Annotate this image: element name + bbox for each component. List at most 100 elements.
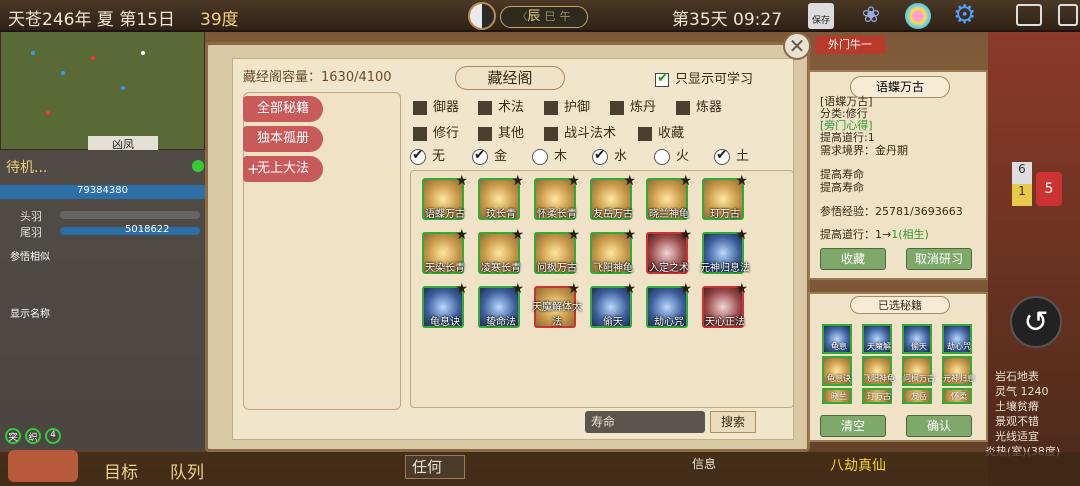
selected-book[interactable]: 偷天 xyxy=(902,324,932,354)
book-item[interactable]: ★ 龟息诀 xyxy=(422,281,468,328)
any-dropdown[interactable]: 任何 xyxy=(405,455,465,479)
palette-icon[interactable] xyxy=(905,3,931,29)
selected-book-label: 偷天 xyxy=(911,342,927,351)
checkbox-icon[interactable] xyxy=(413,100,427,115)
book-item[interactable]: ★ 晓兰神龟 xyxy=(646,173,692,220)
selected-book[interactable]: 龟息诀 xyxy=(822,356,852,386)
checkbox-icon[interactable] xyxy=(413,126,427,141)
neighbor-label: 外门牛一 xyxy=(815,36,885,54)
clear-button[interactable]: 清空 xyxy=(820,415,886,437)
book-item[interactable]: ★ 劫心咒 xyxy=(646,281,692,328)
book-item[interactable]: ★ 玎万古 xyxy=(702,173,748,220)
radio-icon[interactable] xyxy=(592,147,608,165)
filter-xiuxing[interactable]: 修行 xyxy=(413,122,459,141)
sidebar-item-similar[interactable]: 参悟相似 xyxy=(10,248,50,263)
star-icon: ★ xyxy=(623,173,636,189)
selected-book[interactable]: 飞阳神龟 xyxy=(862,356,895,386)
filter-liandan[interactable]: 炼丹 xyxy=(610,96,656,115)
book-item[interactable]: ★ 怀柔长青 xyxy=(534,173,580,220)
row-label-head: 头羽 xyxy=(20,210,42,223)
info-tab[interactable]: 信息 xyxy=(692,455,716,472)
book-item[interactable]: ★ 玟长青 xyxy=(478,173,524,220)
checkbox-icon[interactable] xyxy=(676,100,690,115)
selected-book[interactable]: 晓兰 xyxy=(822,388,852,404)
checkbox-icon[interactable] xyxy=(655,70,669,87)
tab-all-books[interactable]: 全部秘籍 xyxy=(243,96,323,122)
checkbox-icon[interactable] xyxy=(478,126,492,141)
book-item[interactable]: ★ 偷天 xyxy=(590,281,636,328)
selected-book[interactable]: 天魔解 xyxy=(862,324,892,354)
selected-book[interactable]: 劫心咒 xyxy=(942,324,972,354)
selected-book[interactable]: 问枫万古 xyxy=(902,356,935,386)
element-filter-0[interactable]: 无 xyxy=(410,145,445,165)
book-item[interactable]: ★ 天染长青 xyxy=(422,227,468,274)
team-button[interactable]: 队列 xyxy=(170,458,204,483)
confirm-button[interactable]: 确认 xyxy=(906,415,972,437)
element-filter-5[interactable]: 土 xyxy=(714,145,749,165)
checkbox-icon[interactable] xyxy=(638,126,652,141)
filter-lianqi[interactable]: 炼器 xyxy=(676,96,722,115)
book-item[interactable]: ★ 语蝶万古 xyxy=(422,173,468,220)
sidebar-item-shownames[interactable]: 显示名称 xyxy=(10,305,50,320)
book-item[interactable]: ★ 蛰命法 xyxy=(478,281,524,328)
day-clock: 第35天 09:27 xyxy=(672,10,783,30)
book-item[interactable]: ★ 入定之术 xyxy=(646,227,692,274)
filter-huyu[interactable]: 护御 xyxy=(544,96,590,115)
checkbox-icon[interactable] xyxy=(544,126,558,141)
radio-icon[interactable] xyxy=(472,147,488,165)
filter-qita[interactable]: 其他 xyxy=(478,122,524,141)
close-button[interactable]: ✕ xyxy=(783,32,811,60)
book-item[interactable]: ★ 天魔解体大法 xyxy=(532,281,582,328)
window-icon[interactable] xyxy=(1016,4,1042,26)
env-lingqi: 灵气 1240 xyxy=(995,385,1049,398)
book-item[interactable]: ★ 天心正法 xyxy=(702,281,748,328)
cancel-study-button[interactable]: 取消研习 xyxy=(906,248,972,270)
radio-icon[interactable] xyxy=(532,148,548,165)
yinyang-icon[interactable] xyxy=(468,2,496,30)
book-item[interactable]: ★ 元神归息法 xyxy=(700,227,750,274)
search-input[interactable]: 寿命 xyxy=(585,411,705,433)
favorite-button[interactable]: 收藏 xyxy=(820,248,886,270)
tab-supreme-arts[interactable]: + 无上大法 xyxy=(243,156,323,182)
back-button[interactable]: ↺ xyxy=(1010,296,1062,348)
only-learnable-checkbox[interactable]: 只显示可学习 xyxy=(655,68,753,87)
book-item[interactable]: ★ 飞阳神龟 xyxy=(590,227,636,274)
scroll-icon[interactable] xyxy=(8,450,78,482)
save-button[interactable]: 保存 xyxy=(808,3,834,29)
element-filter-3[interactable]: 水 xyxy=(592,145,627,165)
book-item[interactable]: ★ 凌寒长青 xyxy=(478,227,524,274)
filter-battle[interactable]: 战斗法术 xyxy=(544,122,616,141)
element-filter-1[interactable]: 金 xyxy=(472,145,507,165)
checkbox-icon[interactable] xyxy=(478,100,492,115)
selected-book[interactable]: 龟息 xyxy=(822,324,852,354)
book-item[interactable]: ★ 友岳万古 xyxy=(590,173,636,220)
character-status: 待机... xyxy=(6,160,48,176)
radio-icon[interactable] xyxy=(654,148,670,165)
star-icon: ★ xyxy=(455,227,468,243)
filter-yuqi[interactable]: 御器 xyxy=(413,96,459,115)
tab-unique-books[interactable]: 独本孤册 xyxy=(243,126,323,152)
book-item[interactable]: ★ 问枫万古 xyxy=(534,227,580,274)
star-icon: ★ xyxy=(567,227,580,243)
checkbox-icon[interactable] xyxy=(610,100,624,115)
minimap[interactable] xyxy=(0,30,205,150)
book-label: 蛰命法 xyxy=(486,317,516,328)
filter-favorite[interactable]: 收藏 xyxy=(638,122,684,141)
selected-book[interactable]: 怀柔 xyxy=(942,388,972,404)
checkbox-icon[interactable] xyxy=(544,100,558,115)
wing-icon[interactable]: ❀ xyxy=(858,3,884,29)
filter-label: 修行 xyxy=(433,126,460,141)
radio-icon[interactable] xyxy=(410,147,426,165)
goal-button[interactable]: 目标 xyxy=(104,458,138,483)
gear-icon[interactable]: ⚙ xyxy=(953,0,976,30)
selected-book[interactable]: 玎万古 xyxy=(862,388,892,404)
search-button[interactable]: 搜索 xyxy=(710,411,756,433)
menu-icon[interactable] xyxy=(1058,4,1078,26)
filter-shufa[interactable]: 术法 xyxy=(478,96,524,115)
selected-book[interactable]: 友岳 xyxy=(902,388,932,404)
radio-icon[interactable] xyxy=(714,147,730,165)
element-filter-4[interactable]: 火 xyxy=(654,145,689,165)
element-filter-2[interactable]: 木 xyxy=(532,145,567,165)
env-rock: 岩石地表 xyxy=(995,370,1039,383)
selected-book[interactable]: 元神归息 xyxy=(942,356,975,386)
